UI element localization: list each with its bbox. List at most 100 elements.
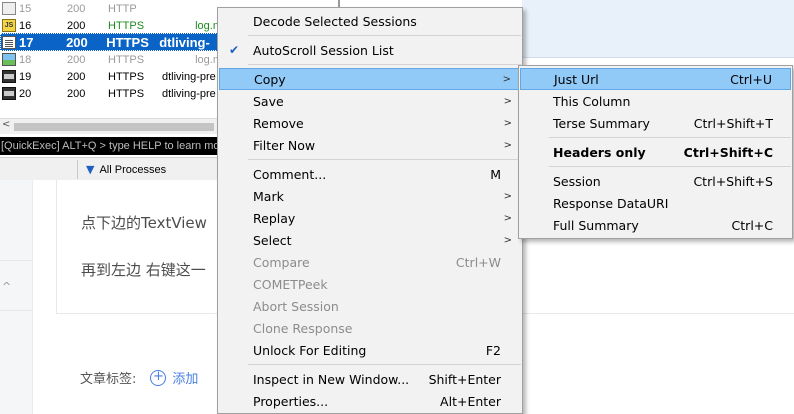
menu-item-replay[interactable]: Replay > [219,207,521,229]
menu-item-mark[interactable]: Mark > [219,185,521,207]
session-result: 200 [67,2,86,15]
shortcut-label: Alt+Enter [440,393,501,409]
session-row-selected[interactable]: 17 200 HTTPS dtliving- [0,33,222,51]
session-row[interactable]: 20 200 HTTPS dtliving-pre [0,85,222,102]
submenu-item-this-column[interactable]: This Column [520,90,791,112]
filter-icon: ▼ [86,163,95,176]
shortcut-label: Ctrl+Shift+S [693,173,773,189]
session-host: log.m [195,53,222,66]
shortcut-label: Shift+Enter [428,371,501,387]
shortcut-label: Ctrl+U [730,71,772,87]
submenu-item-just-url[interactable]: Just Url Ctrl+U [520,68,791,90]
chevron-up-icon[interactable]: ^ [2,280,11,293]
session-number: 16 [19,19,32,32]
submenu-arrow-icon: > [503,95,512,107]
article-tags: 文章标签: + 添加 [80,368,198,387]
menu-item-save[interactable]: Save > [219,90,521,112]
scrollbar-thumb[interactable] [14,123,214,131]
process-filter[interactable]: ▼ All Processes [77,160,166,179]
shortcut-label: Ctrl+C [731,217,773,233]
submenu-item-headers-only[interactable]: Headers only Ctrl+Shift+C [520,141,791,163]
shortcut-label: Ctrl+Shift+T [693,115,773,131]
menu-separator [248,159,521,160]
session-number: 18 [19,53,32,66]
submenu-arrow-icon: > [503,212,512,224]
scroll-left-icon[interactable]: < [2,119,10,130]
session-protocol: HTTPS [108,70,145,83]
session-protocol: HTTPS [108,53,145,66]
film-icon [2,87,16,100]
session-protocol: HTTP [108,2,137,15]
menu-item-abort-session[interactable]: Abort Session [219,295,521,317]
shortcut-label: F2 [485,342,501,358]
session-result: 200 [67,19,86,32]
menu-separator [549,166,791,167]
submenu-item-terse-summary[interactable]: Terse Summary Ctrl+Shift+T [520,112,791,134]
session-host: log.m [195,19,222,32]
tags-label: 文章标签: [80,372,137,387]
session-protocol: HTTPS [108,87,145,100]
submenu-item-full-summary[interactable]: Full Summary Ctrl+C [520,214,791,236]
menu-item-inspect-in-new-window[interactable]: Inspect in New Window... Shift+Enter [219,368,521,390]
menu-item-cometpeek[interactable]: COMETPeek [219,273,521,295]
session-list[interactable]: 15 200 HTTP JS 16 200 HTTPS log.m 17 200… [0,0,222,101]
quickexec-input[interactable]: [QuickExec] ALT+Q > type HELP to learn m… [0,137,228,155]
submenu-item-session[interactable]: Session Ctrl+Shift+S [520,170,791,192]
session-number: 20 [19,87,32,100]
process-filter-label: All Processes [99,163,167,176]
menu-separator [248,364,521,365]
session-result: 200 [66,34,88,50]
copy-submenu: Just Url Ctrl+U This Column Terse Summar… [518,65,793,239]
submenu-arrow-icon: > [503,139,512,151]
status-bar: ▼ All Processes [0,157,228,180]
menu-item-properties[interactable]: Properties... Alt+Enter [219,390,521,412]
session-row[interactable]: 19 200 HTTPS dtliving-pre [0,68,222,85]
image-icon [2,53,16,66]
shortcut-label: M [490,166,501,182]
article-paragraph: 再到左边 右键这一 [81,261,206,279]
horizontal-scrollbar[interactable]: < [0,118,222,134]
menu-item-unlock-for-editing[interactable]: Unlock For Editing F2 [219,339,521,361]
menu-item-decode-selected-sessions[interactable]: Decode Selected Sessions [219,10,521,32]
divider [0,310,32,311]
shortcut-label: Ctrl+W [455,254,501,270]
session-result: 200 [67,53,86,66]
menu-item-autoscroll-session-list[interactable]: ✔ AutoScroll Session List [219,39,521,61]
submenu-arrow-icon: > [502,73,511,85]
menu-separator [248,64,521,65]
menu-item-clone-response[interactable]: Clone Response [219,317,521,339]
menu-item-comment[interactable]: Comment... M [219,163,521,185]
menu-item-copy[interactable]: Copy > [219,68,521,90]
session-protocol: HTTPS [106,34,149,50]
session-number: 17 [19,34,34,50]
session-host: dtliving-pre [162,70,216,83]
menu-item-select[interactable]: Select > [219,229,521,251]
js-icon: JS [2,19,16,32]
session-result: 200 [67,87,86,100]
menu-separator [549,137,791,138]
film-icon [2,70,16,83]
menu-separator [248,35,521,36]
session-row[interactable]: JS 16 200 HTTPS log.m [0,17,222,34]
add-circle-icon[interactable]: + [150,369,167,386]
menu-item-compare[interactable]: Compare Ctrl+W [219,251,521,273]
left-toolbar-strip: ^ [0,180,33,414]
session-result: 200 [67,70,86,83]
session-row[interactable]: 18 200 HTTPS log.m [0,51,222,68]
shortcut-label: Ctrl+Shift+C [683,144,773,160]
session-number: 15 [19,2,32,15]
session-number: 19 [19,70,32,83]
article-paragraph: 点下边的TextView [81,214,207,232]
submenu-arrow-icon: > [503,117,512,129]
lock-icon [2,2,16,15]
submenu-arrow-icon: > [503,190,512,202]
session-row[interactable]: 15 200 HTTP [0,0,222,17]
submenu-item-response-datauri[interactable]: Response DataURI [520,192,791,214]
divider [0,260,32,261]
fiddler-window: 15 200 HTTP JS 16 200 HTTPS log.m 17 200… [0,0,228,180]
menu-item-remove[interactable]: Remove > [219,112,521,134]
checkmark-icon: ✔ [229,43,240,57]
add-tag-link[interactable]: 添加 [172,368,198,387]
menu-item-filter-now[interactable]: Filter Now > [219,134,521,156]
document-icon [2,35,16,49]
